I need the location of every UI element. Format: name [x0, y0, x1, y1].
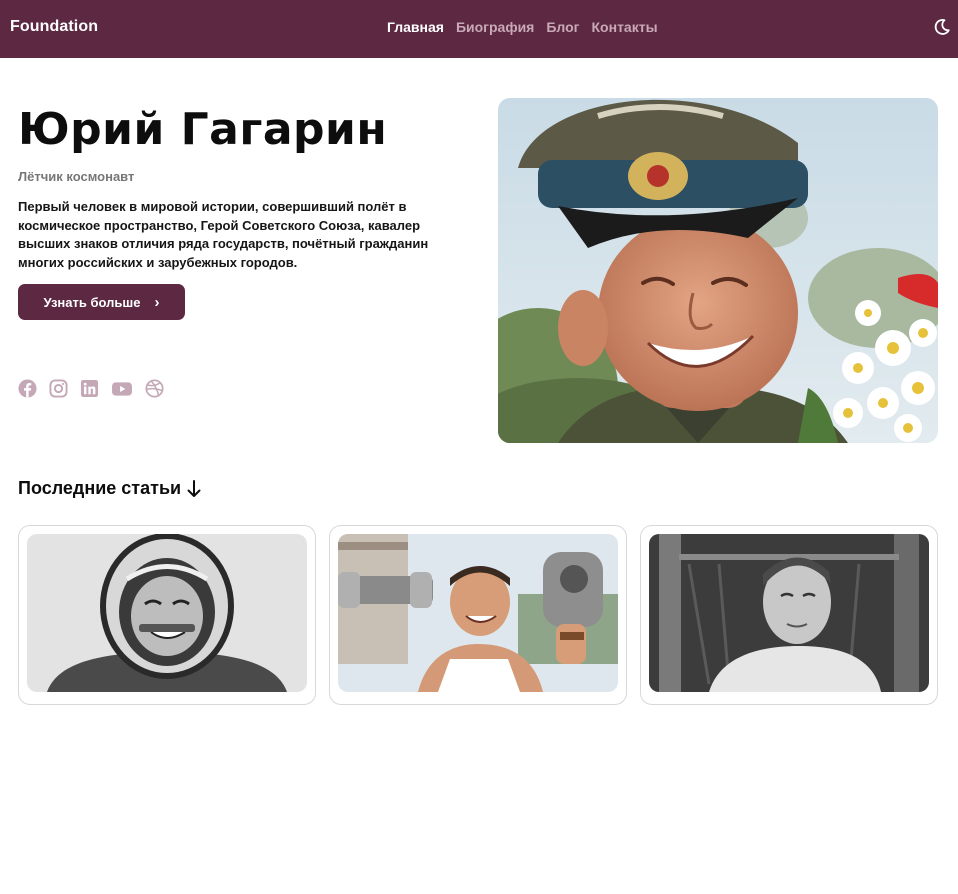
brand-logo[interactable]: Foundation — [10, 18, 98, 36]
article-card[interactable] — [329, 525, 627, 705]
youtube-icon[interactable] — [111, 379, 133, 398]
section-title-label: Последние статьи — [18, 478, 182, 498]
cosmonaut-helmet-photo — [27, 534, 307, 692]
section-title: Последние статьи — [18, 478, 201, 499]
main-nav: Главная Биография Блог Контакты — [387, 19, 658, 35]
nav-item-contacts[interactable]: Контакты — [592, 19, 658, 35]
chevron-right-icon: › — [154, 293, 160, 311]
article-card[interactable] — [640, 525, 938, 705]
learn-more-button[interactable]: Узнать больше › — [18, 284, 185, 320]
instagram-icon[interactable] — [49, 379, 68, 398]
nav-item-home[interactable]: Главная — [387, 19, 444, 35]
learn-more-label: Узнать больше — [43, 294, 141, 310]
portrait-photo — [498, 98, 938, 443]
moon-icon[interactable] — [933, 18, 951, 36]
linkedin-icon[interactable] — [80, 379, 99, 398]
facebook-icon[interactable] — [18, 379, 37, 398]
nav-item-biography[interactable]: Биография — [456, 19, 534, 35]
navbar: Foundation Главная Биография Блог Контак… — [0, 0, 958, 58]
childhood-photo — [649, 534, 929, 692]
article-card[interactable] — [18, 525, 316, 705]
hero-subtitle: Лётчик космонавт — [18, 169, 135, 184]
nav-item-blog[interactable]: Блог — [546, 19, 579, 35]
hero-description: Первый человек в мировой истории, соверш… — [18, 199, 429, 270]
arrow-down-icon — [187, 479, 201, 498]
page-title: Юрий Гагарин — [18, 104, 388, 155]
dumbbells-photo — [338, 534, 618, 692]
dribbble-icon[interactable] — [145, 379, 164, 398]
social-links — [18, 379, 164, 398]
